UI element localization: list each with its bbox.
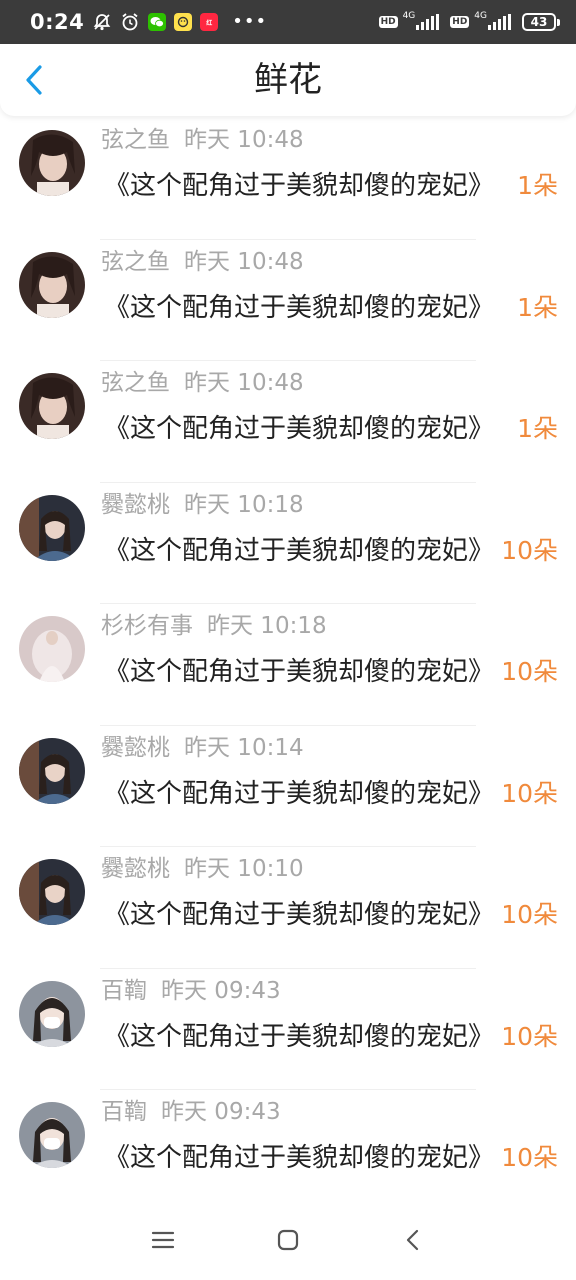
sender-meta: 弦之鱼 昨天 10:48 xyxy=(101,367,304,399)
back-icon xyxy=(407,1229,419,1251)
list-item[interactable]: 弦之鱼 昨天 10:48 《这个配角过于美貌却傻的宠妃》 1朵 xyxy=(0,240,576,362)
sender-name: 爨懿桃 xyxy=(101,734,170,761)
network-type: 4G xyxy=(402,11,416,21)
book-title: 《这个配角过于美貌却傻的宠妃》 xyxy=(104,414,495,444)
mute-bell-icon xyxy=(92,12,112,32)
system-nav-bar xyxy=(0,1200,576,1280)
book-title: 《这个配角过于美貌却傻的宠妃》 xyxy=(104,778,495,809)
timestamp: 昨天 10:48 xyxy=(184,248,304,275)
sender-meta: 爨懿桃 昨天 10:18 xyxy=(101,489,304,521)
status-icons-left: 红 ••• xyxy=(92,12,267,32)
avatar[interactable] xyxy=(19,494,85,561)
book-title: 《这个配角过于美貌却傻的宠妃》 xyxy=(104,292,495,323)
sender-name: 百鞫 xyxy=(101,977,147,1004)
signal-icon xyxy=(416,14,440,30)
hd-badge: HD xyxy=(378,16,398,28)
sender-meta: 百鞫 昨天 09:43 xyxy=(101,1096,281,1128)
sender-meta: 百鞫 昨天 09:43 xyxy=(101,975,281,1007)
header: 鲜花 xyxy=(0,44,576,116)
avatar[interactable] xyxy=(19,373,85,439)
xiaohongshu-icon: 红 xyxy=(200,13,219,31)
avatar[interactable] xyxy=(19,980,85,1047)
book-title: 《这个配角过于美貌却傻的宠妃》 xyxy=(104,657,495,687)
avatar[interactable] xyxy=(19,737,85,804)
avatar[interactable] xyxy=(19,1102,85,1168)
timestamp: 昨天 10:48 xyxy=(184,127,304,153)
wechat-icon xyxy=(148,13,167,31)
screen: 0:24 红 ••• HD 4G HD 4G 43 鲜花 弦之鱼 昨天 10:4… xyxy=(0,0,576,1280)
hd-badge-2: HD xyxy=(450,16,470,28)
sender-meta: 爨懿桃 昨天 10:14 xyxy=(101,732,304,764)
flower-count: 10朵 xyxy=(501,1021,558,1051)
list-item[interactable]: 百鞫 昨天 09:43 《这个配角过于美貌却傻的宠妃》 10朵 xyxy=(0,1090,576,1200)
recent-apps-button[interactable] xyxy=(133,1210,193,1270)
list-item[interactable]: 弦之鱼 昨天 10:48 《这个配角过于美貌却傻的宠妃》 1朵 xyxy=(0,361,576,483)
book-title: 《这个配角过于美貌却傻的宠妃》 xyxy=(104,535,495,566)
alarm-icon xyxy=(120,12,140,32)
status-icons-right: HD 4G HD 4G 43 xyxy=(378,11,560,31)
sender-name: 弦之鱼 xyxy=(101,248,170,275)
sender-meta: 弦之鱼 昨天 10:48 xyxy=(101,246,304,278)
status-bar: 0:24 红 ••• HD 4G HD 4G 43 xyxy=(0,0,576,44)
home-button[interactable] xyxy=(258,1210,318,1270)
sender-name: 爨懿桃 xyxy=(101,856,170,882)
avatar[interactable] xyxy=(19,251,85,318)
sender-name: 弦之鱼 xyxy=(101,370,170,396)
avatar[interactable] xyxy=(19,859,85,925)
network-type-2: 4G xyxy=(474,11,487,21)
flower-list: 弦之鱼 昨天 10:48 《这个配角过于美貌却傻的宠妃》 1朵 弦之鱼 昨天 10:… xyxy=(0,118,576,1200)
sender-name: 杉杉有事 xyxy=(101,613,193,639)
timestamp: 昨天 10:10 xyxy=(184,856,304,882)
list-item[interactable]: 爨懿桃 昨天 10:10 《这个配角过于美貌却傻的宠妃》 10朵 xyxy=(0,847,576,969)
app-icon xyxy=(174,13,193,31)
flower-count: 10朵 xyxy=(501,900,558,929)
battery-level: 43 xyxy=(522,13,556,31)
more-notifications-icon: ••• xyxy=(232,11,268,32)
timestamp: 昨天 10:48 xyxy=(184,370,304,396)
flower-count: 10朵 xyxy=(501,778,558,808)
sender-meta: 杉杉有事 昨天 10:18 xyxy=(101,610,327,642)
timestamp: 昨天 09:43 xyxy=(161,977,281,1004)
sender-meta: 爨懿桃 昨天 10:10 xyxy=(101,853,304,885)
home-icon xyxy=(277,1229,299,1251)
book-title: 《这个配角过于美貌却傻的宠妃》 xyxy=(104,1143,495,1173)
avatar[interactable] xyxy=(19,130,85,196)
list-item[interactable]: 百鞫 昨天 09:43 《这个配角过于美貌却傻的宠妃》 10朵 xyxy=(0,969,576,1091)
battery-icon: 43 xyxy=(522,13,560,31)
sender-meta: 弦之鱼 昨天 10:48 xyxy=(101,124,304,156)
timestamp: 昨天 09:43 xyxy=(161,1099,281,1125)
system-back-button[interactable] xyxy=(383,1210,443,1270)
list-item[interactable]: 爨懿桃 昨天 10:14 《这个配角过于美貌却傻的宠妃》 10朵 xyxy=(0,726,576,848)
timestamp: 昨天 10:14 xyxy=(184,734,304,761)
sender-name: 爨懿桃 xyxy=(101,491,170,518)
timestamp: 昨天 10:18 xyxy=(184,491,304,518)
page-title: 鲜花 xyxy=(254,60,322,100)
signal-icon-2 xyxy=(488,14,511,30)
flower-count: 10朵 xyxy=(501,535,558,565)
sender-name: 百鞫 xyxy=(101,1099,147,1125)
book-title: 《这个配角过于美貌却傻的宠妃》 xyxy=(104,900,495,930)
clock: 0:24 xyxy=(30,10,85,34)
book-title: 《这个配角过于美貌却傻的宠妃》 xyxy=(104,1021,495,1052)
flower-count: 1朵 xyxy=(517,414,558,443)
sender-name: 弦之鱼 xyxy=(101,127,170,153)
flower-count: 1朵 xyxy=(517,171,558,200)
list-item[interactable]: 弦之鱼 昨天 10:48 《这个配角过于美貌却傻的宠妃》 1朵 xyxy=(0,118,576,240)
book-title: 《这个配角过于美貌却傻的宠妃》 xyxy=(104,171,495,201)
list-item[interactable]: 杉杉有事 昨天 10:18 《这个配角过于美貌却傻的宠妃》 10朵 xyxy=(0,604,576,726)
flower-count: 10朵 xyxy=(501,657,558,686)
flower-count: 10朵 xyxy=(501,1143,558,1172)
menu-icon xyxy=(151,1231,174,1249)
avatar[interactable] xyxy=(19,616,85,682)
timestamp: 昨天 10:18 xyxy=(207,613,327,639)
list-item[interactable]: 爨懿桃 昨天 10:18 《这个配角过于美貌却傻的宠妃》 10朵 xyxy=(0,483,576,605)
flower-count: 1朵 xyxy=(517,292,558,322)
